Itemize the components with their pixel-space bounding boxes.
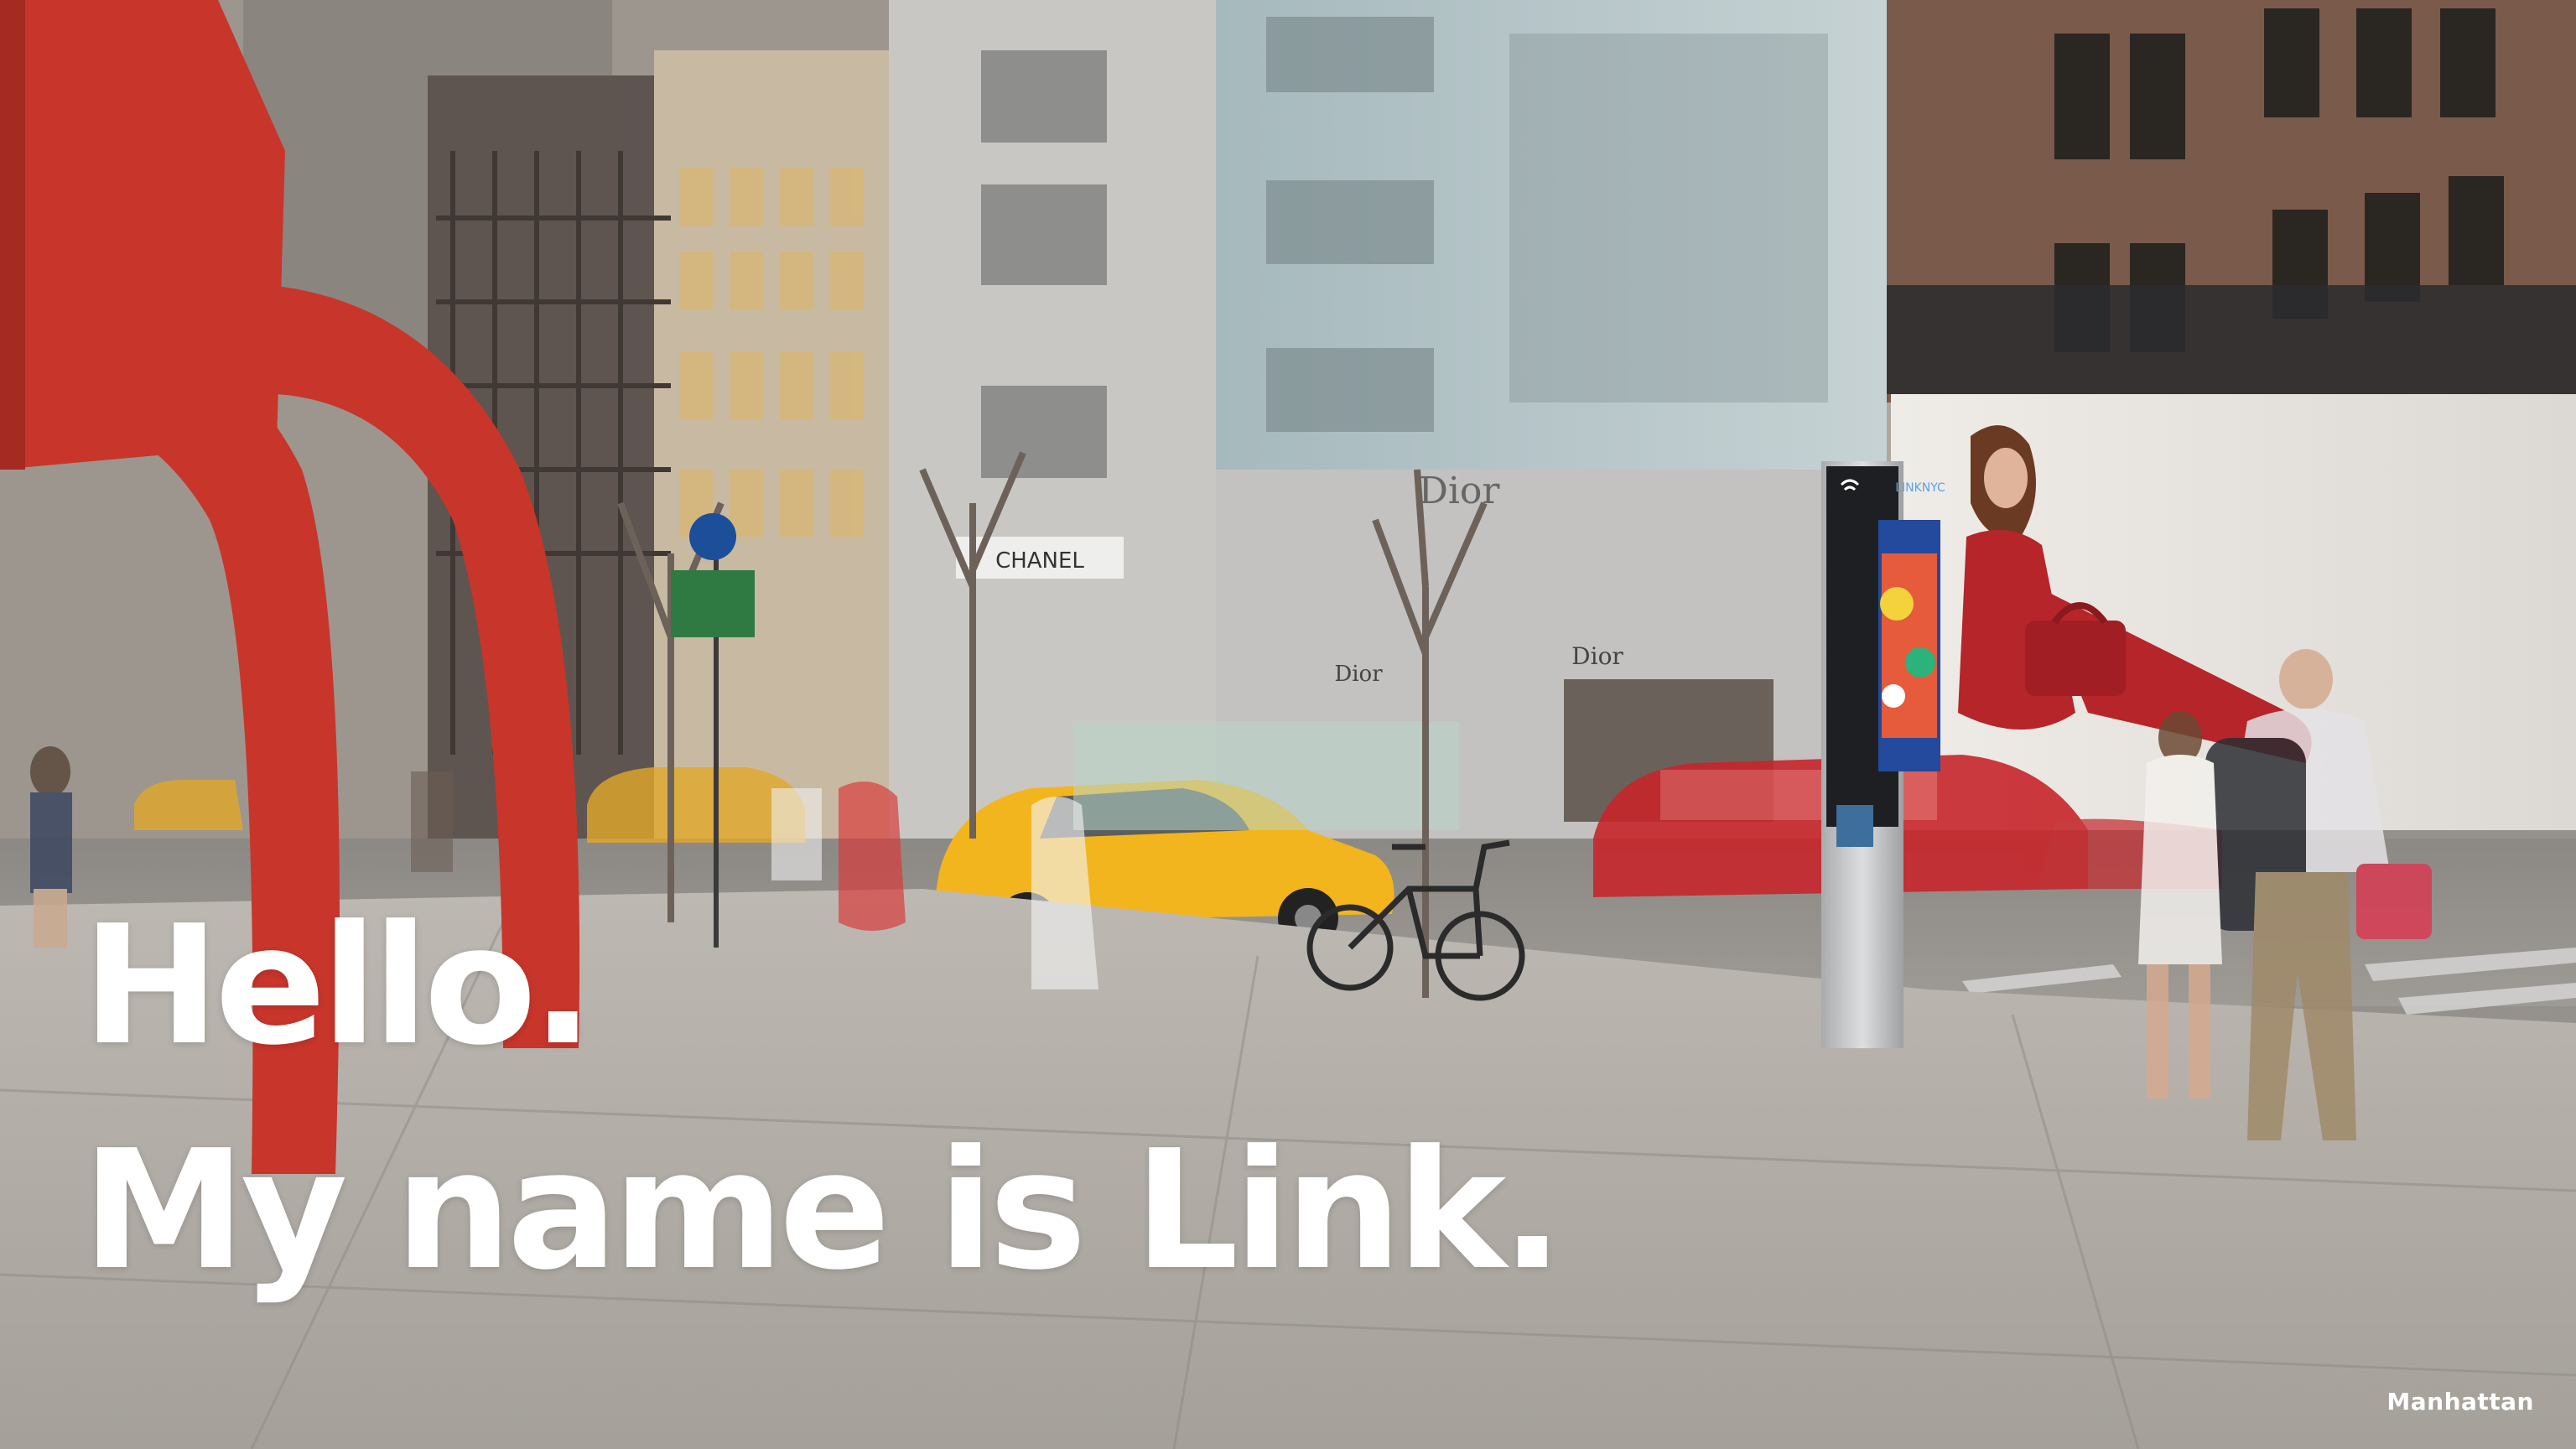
blurred-bus [1073,721,1459,830]
location-caption: Manhattan [2386,1388,2534,1415]
dior-sign-right: Dior [1571,642,1623,670]
kiosk-brand-label: LINKNYC [1895,481,1945,495]
chanel-sign: CHANEL [995,548,1084,574]
headline-line-2: My name is Link. [82,1115,1564,1306]
street-scene: CHANEL Dior Dior Dior LINKNYC Hello. My … [0,0,2576,1449]
dior-sign-top: Dior [1419,470,1501,512]
headline-line-1: Hello. [82,891,594,1082]
headline: Hello. My name is Link. [82,874,1564,1323]
dior-sign-left: Dior [1334,662,1383,687]
